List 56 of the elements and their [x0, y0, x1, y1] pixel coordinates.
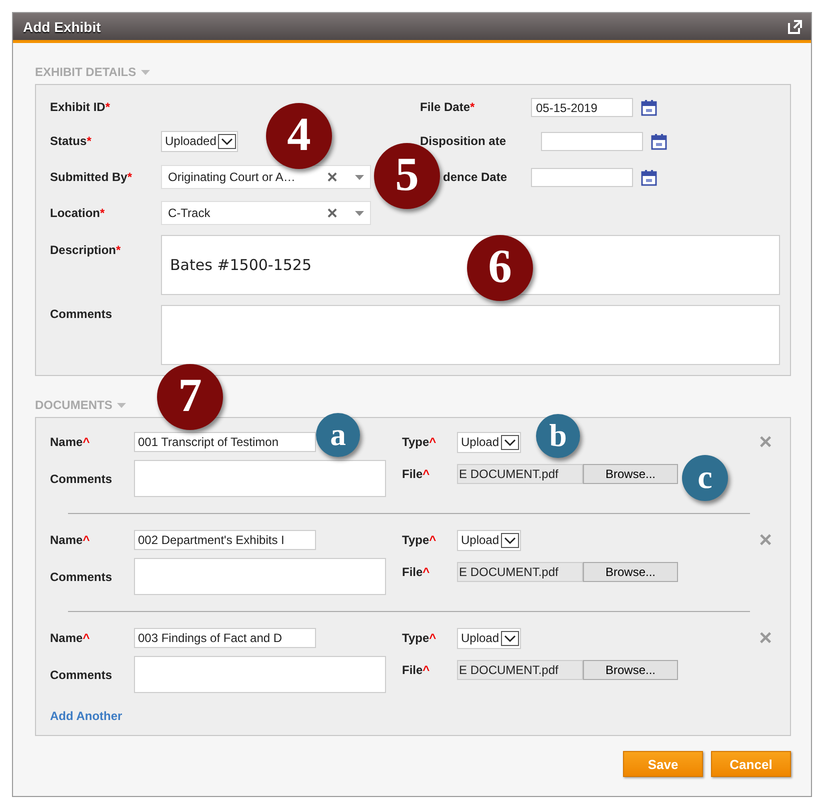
field-label: Submitted By* — [50, 170, 134, 184]
calendar-icon[interactable] — [641, 98, 657, 116]
name-field[interactable]: 003 Findings of Fact and D — [134, 628, 316, 648]
type-dropdown[interactable]: Upload — [457, 530, 522, 550]
browse-button[interactable]: Browse... — [583, 660, 678, 680]
field-label: Status* — [50, 134, 92, 148]
field-label: Description* — [50, 242, 122, 259]
field-label: Comments — [50, 668, 114, 682]
field-label: Exhibit ID* — [50, 100, 112, 114]
field-label: File^ — [402, 663, 431, 677]
caret-icon[interactable] — [355, 174, 364, 180]
date-field[interactable] — [531, 168, 633, 186]
type-dropdown[interactable]: Upload — [457, 628, 522, 648]
caret-icon[interactable] — [117, 402, 126, 408]
field-label: Type^ — [402, 631, 438, 645]
field-label: Type^ — [402, 533, 438, 547]
chevron-icon[interactable] — [218, 134, 236, 148]
field-label: dence Date — [442, 170, 508, 184]
field-label: Comments — [50, 472, 114, 486]
browse-button[interactable]: Browse... — [583, 464, 678, 484]
caret-icon[interactable] — [355, 210, 364, 216]
calendar-icon[interactable] — [641, 168, 657, 186]
field-label: Location* — [50, 206, 106, 220]
name-field[interactable]: 002 Department's Exhibits I — [134, 530, 316, 550]
file-field[interactable]: E DOCUMENT.pdf — [457, 562, 583, 582]
field-label: Name^ — [50, 533, 91, 547]
window-title: Add Exhibit — [23, 18, 101, 34]
browse-button[interactable]: Browse... — [583, 562, 678, 582]
chevron-icon[interactable] — [501, 630, 520, 646]
file-field[interactable]: E DOCUMENT.pdf — [457, 660, 583, 680]
date-field[interactable]: 05-15-2019 — [531, 98, 633, 116]
comments-field[interactable] — [134, 460, 386, 497]
submitted-by-combobox[interactable]: Originating Court or A… × — [161, 165, 371, 189]
field-label: File^ — [402, 467, 431, 481]
chevron-icon[interactable] — [501, 532, 520, 548]
popout-icon[interactable] — [787, 18, 803, 34]
comments-field[interactable] — [134, 558, 386, 595]
field-label: Type^ — [402, 435, 438, 449]
file-field[interactable]: E DOCUMENT.pdf — [457, 464, 583, 484]
field-label: Name^ — [50, 631, 91, 645]
type-dropdown[interactable]: Upload — [457, 432, 522, 452]
field-label: Name^ — [50, 435, 91, 449]
location-combobox[interactable]: C-Track × — [161, 201, 371, 225]
add-another-link[interactable]: Add Another — [50, 709, 122, 723]
field-label: Comments — [50, 306, 114, 323]
field-label: Comments — [50, 570, 114, 584]
name-field[interactable]: 001 Transcript of Testimon — [134, 432, 316, 452]
caret-icon[interactable] — [141, 70, 150, 74]
comments-field[interactable] — [134, 656, 386, 693]
comments-field[interactable] — [161, 305, 780, 365]
field-label: File^ — [402, 565, 431, 579]
field-label: File Date* — [420, 100, 476, 114]
calendar-icon[interactable] — [651, 132, 667, 150]
chevron-icon[interactable] — [501, 434, 520, 450]
date-field[interactable] — [541, 132, 643, 150]
status-dropdown[interactable]: Uploaded — [161, 130, 238, 152]
